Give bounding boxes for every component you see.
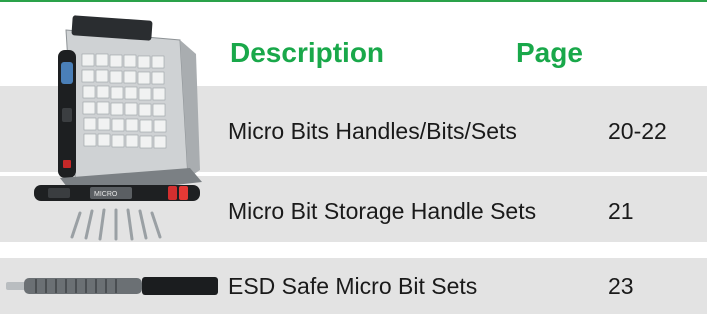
svg-text:MICRO: MICRO xyxy=(94,191,118,198)
storage-handle-with-bits-icon: MICRO xyxy=(34,185,200,241)
row-description: Micro Bit Storage Handle Sets xyxy=(228,198,537,224)
row-page: 20-22 xyxy=(608,118,667,144)
row-description: Micro Bits Handles/Bits/Sets xyxy=(228,118,517,144)
product-index-page: Description Page Micro Bits Handles/Bits… xyxy=(0,0,707,314)
description-column-header: Description xyxy=(230,37,385,68)
page-column-header: Page xyxy=(516,37,583,68)
row-page: 23 xyxy=(608,273,634,299)
row-divider xyxy=(0,242,707,258)
row-page: 21 xyxy=(608,198,634,224)
esd-safe-handle-icon xyxy=(6,277,218,295)
row-description: ESD Safe Micro Bit Sets xyxy=(228,273,478,299)
micro-bit-handle-case-set-icon xyxy=(58,15,202,196)
